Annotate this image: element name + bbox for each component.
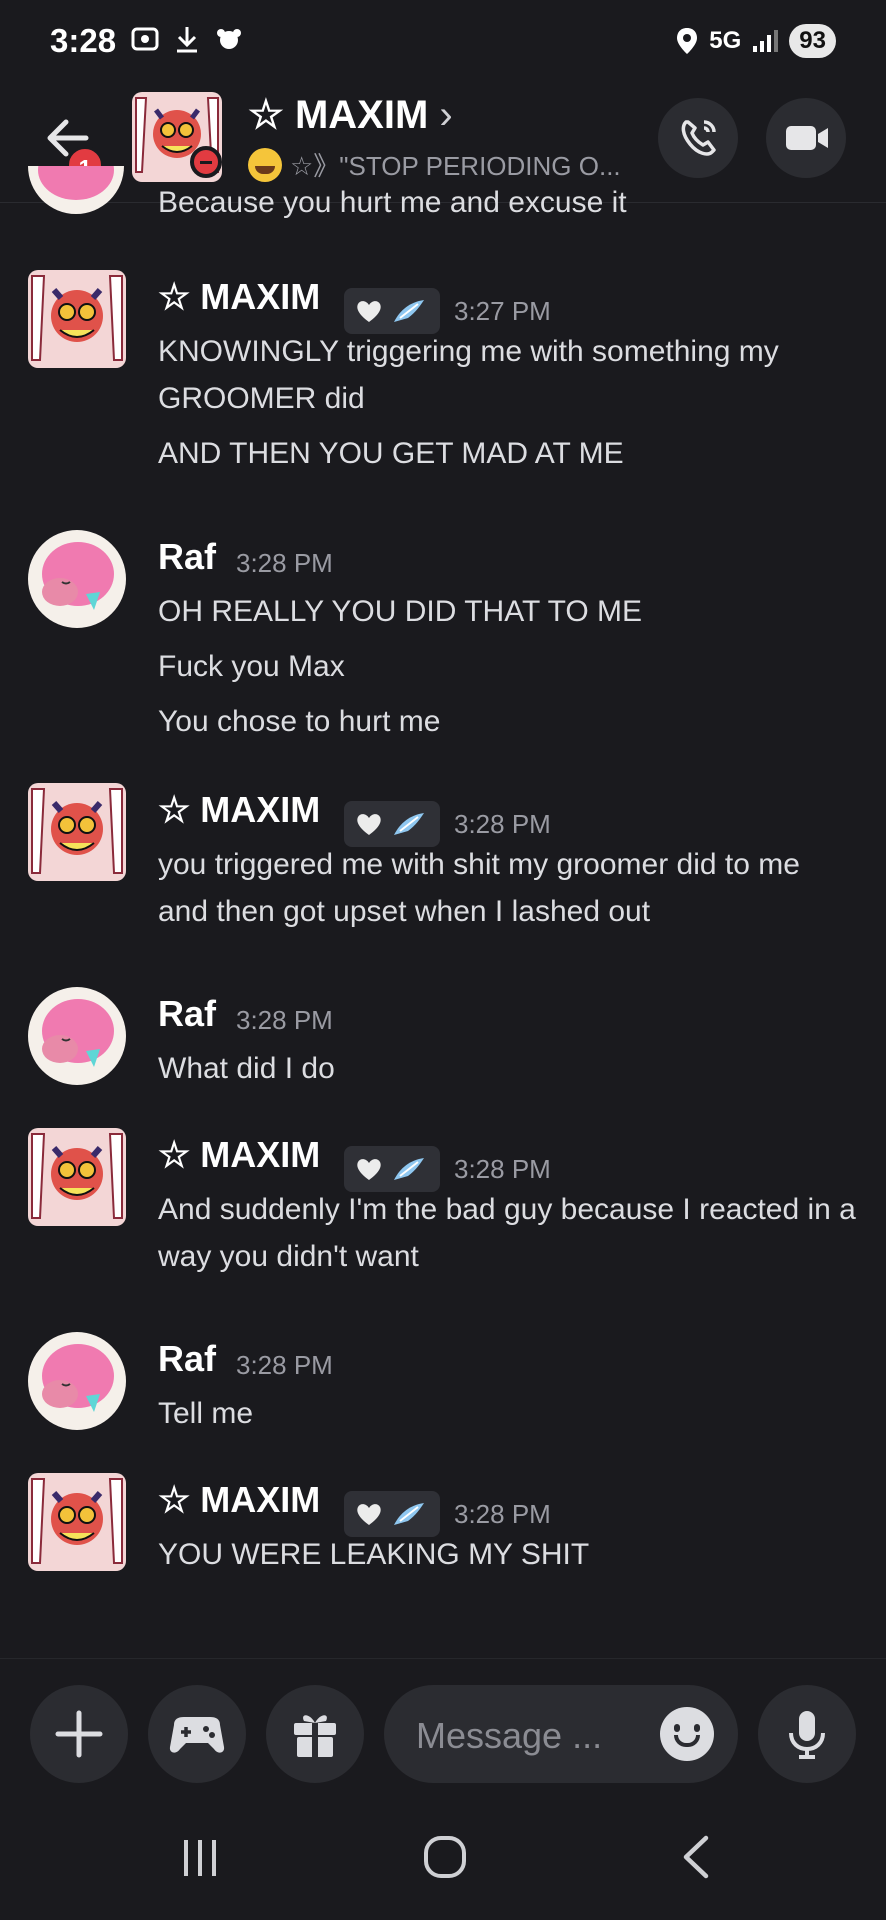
author-name[interactable]: ☆ MAXIM bbox=[158, 789, 320, 831]
partial-message: Because you hurt me and excuse it bbox=[158, 186, 627, 219]
author-name[interactable]: ☆ MAXIM bbox=[158, 276, 320, 318]
message-composer: Message ... bbox=[0, 1658, 886, 1799]
grinning-emoji-icon bbox=[248, 147, 282, 182]
voice-message-button[interactable] bbox=[758, 1685, 856, 1783]
timestamp: 3:28 PM bbox=[236, 1350, 333, 1380]
clock: 3:28 bbox=[50, 22, 117, 59]
heart-icon bbox=[357, 1159, 381, 1180]
message-input[interactable]: Message ... bbox=[384, 1685, 738, 1783]
download-icon bbox=[177, 27, 197, 53]
timestamp: 3:28 PM bbox=[236, 548, 333, 578]
heart-icon bbox=[357, 301, 381, 322]
timestamp: 3:28 PM bbox=[454, 1498, 551, 1529]
message-text[interactable]: YOU WERE LEAKING MY SHIT bbox=[158, 1531, 858, 1578]
raf-avatar[interactable] bbox=[28, 530, 126, 628]
message-text[interactable]: Fuck you Max bbox=[158, 643, 858, 690]
apps-button[interactable] bbox=[148, 1685, 246, 1783]
heart-icon bbox=[357, 814, 381, 835]
heart-icon bbox=[357, 1504, 381, 1525]
raf-avatar[interactable] bbox=[28, 987, 126, 1085]
maxim-avatar[interactable] bbox=[28, 1128, 126, 1226]
battery-level: 93 bbox=[789, 24, 836, 58]
message-text[interactable]: Tell me bbox=[158, 1390, 858, 1437]
timestamp: 3:28 PM bbox=[454, 808, 551, 839]
gift-icon bbox=[294, 1715, 336, 1757]
notification-app-icon bbox=[217, 29, 241, 49]
raf-avatar[interactable] bbox=[28, 1332, 126, 1430]
signal-icon bbox=[753, 30, 779, 52]
location-icon bbox=[677, 28, 698, 54]
custom-status: ☆》"STOP PERIODING O... bbox=[248, 146, 621, 183]
raf-avatar bbox=[28, 166, 124, 214]
message-text[interactable]: And suddenly I'm the bad guy because I r… bbox=[158, 1186, 858, 1280]
wing-icon bbox=[394, 1503, 424, 1525]
phone-icon bbox=[681, 120, 716, 156]
video-camera-icon bbox=[786, 126, 828, 150]
gift-button[interactable] bbox=[266, 1685, 364, 1783]
author-name[interactable]: ☆ MAXIM bbox=[158, 1479, 320, 1521]
microphone-icon bbox=[789, 1711, 825, 1759]
video-call-button[interactable] bbox=[766, 98, 846, 178]
recent-apps-icon[interactable] bbox=[176, 1834, 224, 1882]
do-not-disturb-badge bbox=[190, 146, 222, 178]
message-placeholder: Message ... bbox=[416, 1715, 603, 1756]
timestamp: 3:28 PM bbox=[236, 1005, 333, 1035]
author-name[interactable]: Raf bbox=[158, 993, 216, 1035]
maxim-avatar[interactable] bbox=[28, 270, 126, 368]
status-bar: 3:28 5G 93 bbox=[0, 0, 886, 86]
message-text[interactable]: You chose to hurt me bbox=[158, 698, 858, 745]
timestamp: 3:28 PM bbox=[454, 1153, 551, 1184]
message-text[interactable]: you triggered me with shit my groomer di… bbox=[158, 841, 858, 935]
attach-button[interactable] bbox=[30, 1685, 128, 1783]
wing-icon bbox=[394, 813, 424, 835]
home-icon[interactable] bbox=[420, 1832, 470, 1882]
emoji-picker-icon[interactable] bbox=[660, 1707, 714, 1761]
plus-icon bbox=[55, 1710, 103, 1758]
voice-call-button[interactable] bbox=[658, 98, 738, 178]
author-name[interactable]: Raf bbox=[158, 1338, 216, 1380]
header-title[interactable]: ☆ MAXIM › bbox=[248, 92, 453, 138]
header-name: ☆ MAXIM bbox=[248, 93, 429, 137]
screenshot-icon bbox=[131, 27, 159, 51]
message-text[interactable]: What did I do bbox=[158, 1045, 858, 1092]
maxim-avatar[interactable] bbox=[28, 783, 126, 881]
message-text[interactable]: OH REALLY YOU DID THAT TO ME bbox=[158, 588, 858, 635]
chevron-right-icon: › bbox=[439, 93, 453, 137]
back-nav-icon[interactable] bbox=[672, 1832, 720, 1882]
message-text[interactable]: AND THEN YOU GET MAD AT ME bbox=[158, 430, 858, 477]
timestamp: 3:27 PM bbox=[454, 295, 551, 326]
status-text: ☆》"STOP PERIODING O... bbox=[290, 151, 621, 181]
wing-icon bbox=[394, 300, 424, 322]
message-text[interactable]: KNOWINGLY triggering me with something m… bbox=[158, 328, 858, 422]
system-nav-bar bbox=[0, 1798, 886, 1920]
network-type: 5G bbox=[709, 27, 742, 54]
wing-icon bbox=[394, 1158, 424, 1180]
maxim-avatar[interactable] bbox=[28, 1473, 126, 1571]
gamepad-icon bbox=[169, 1717, 225, 1753]
author-name[interactable]: Raf bbox=[158, 536, 216, 578]
author-name[interactable]: ☆ MAXIM bbox=[158, 1134, 320, 1176]
